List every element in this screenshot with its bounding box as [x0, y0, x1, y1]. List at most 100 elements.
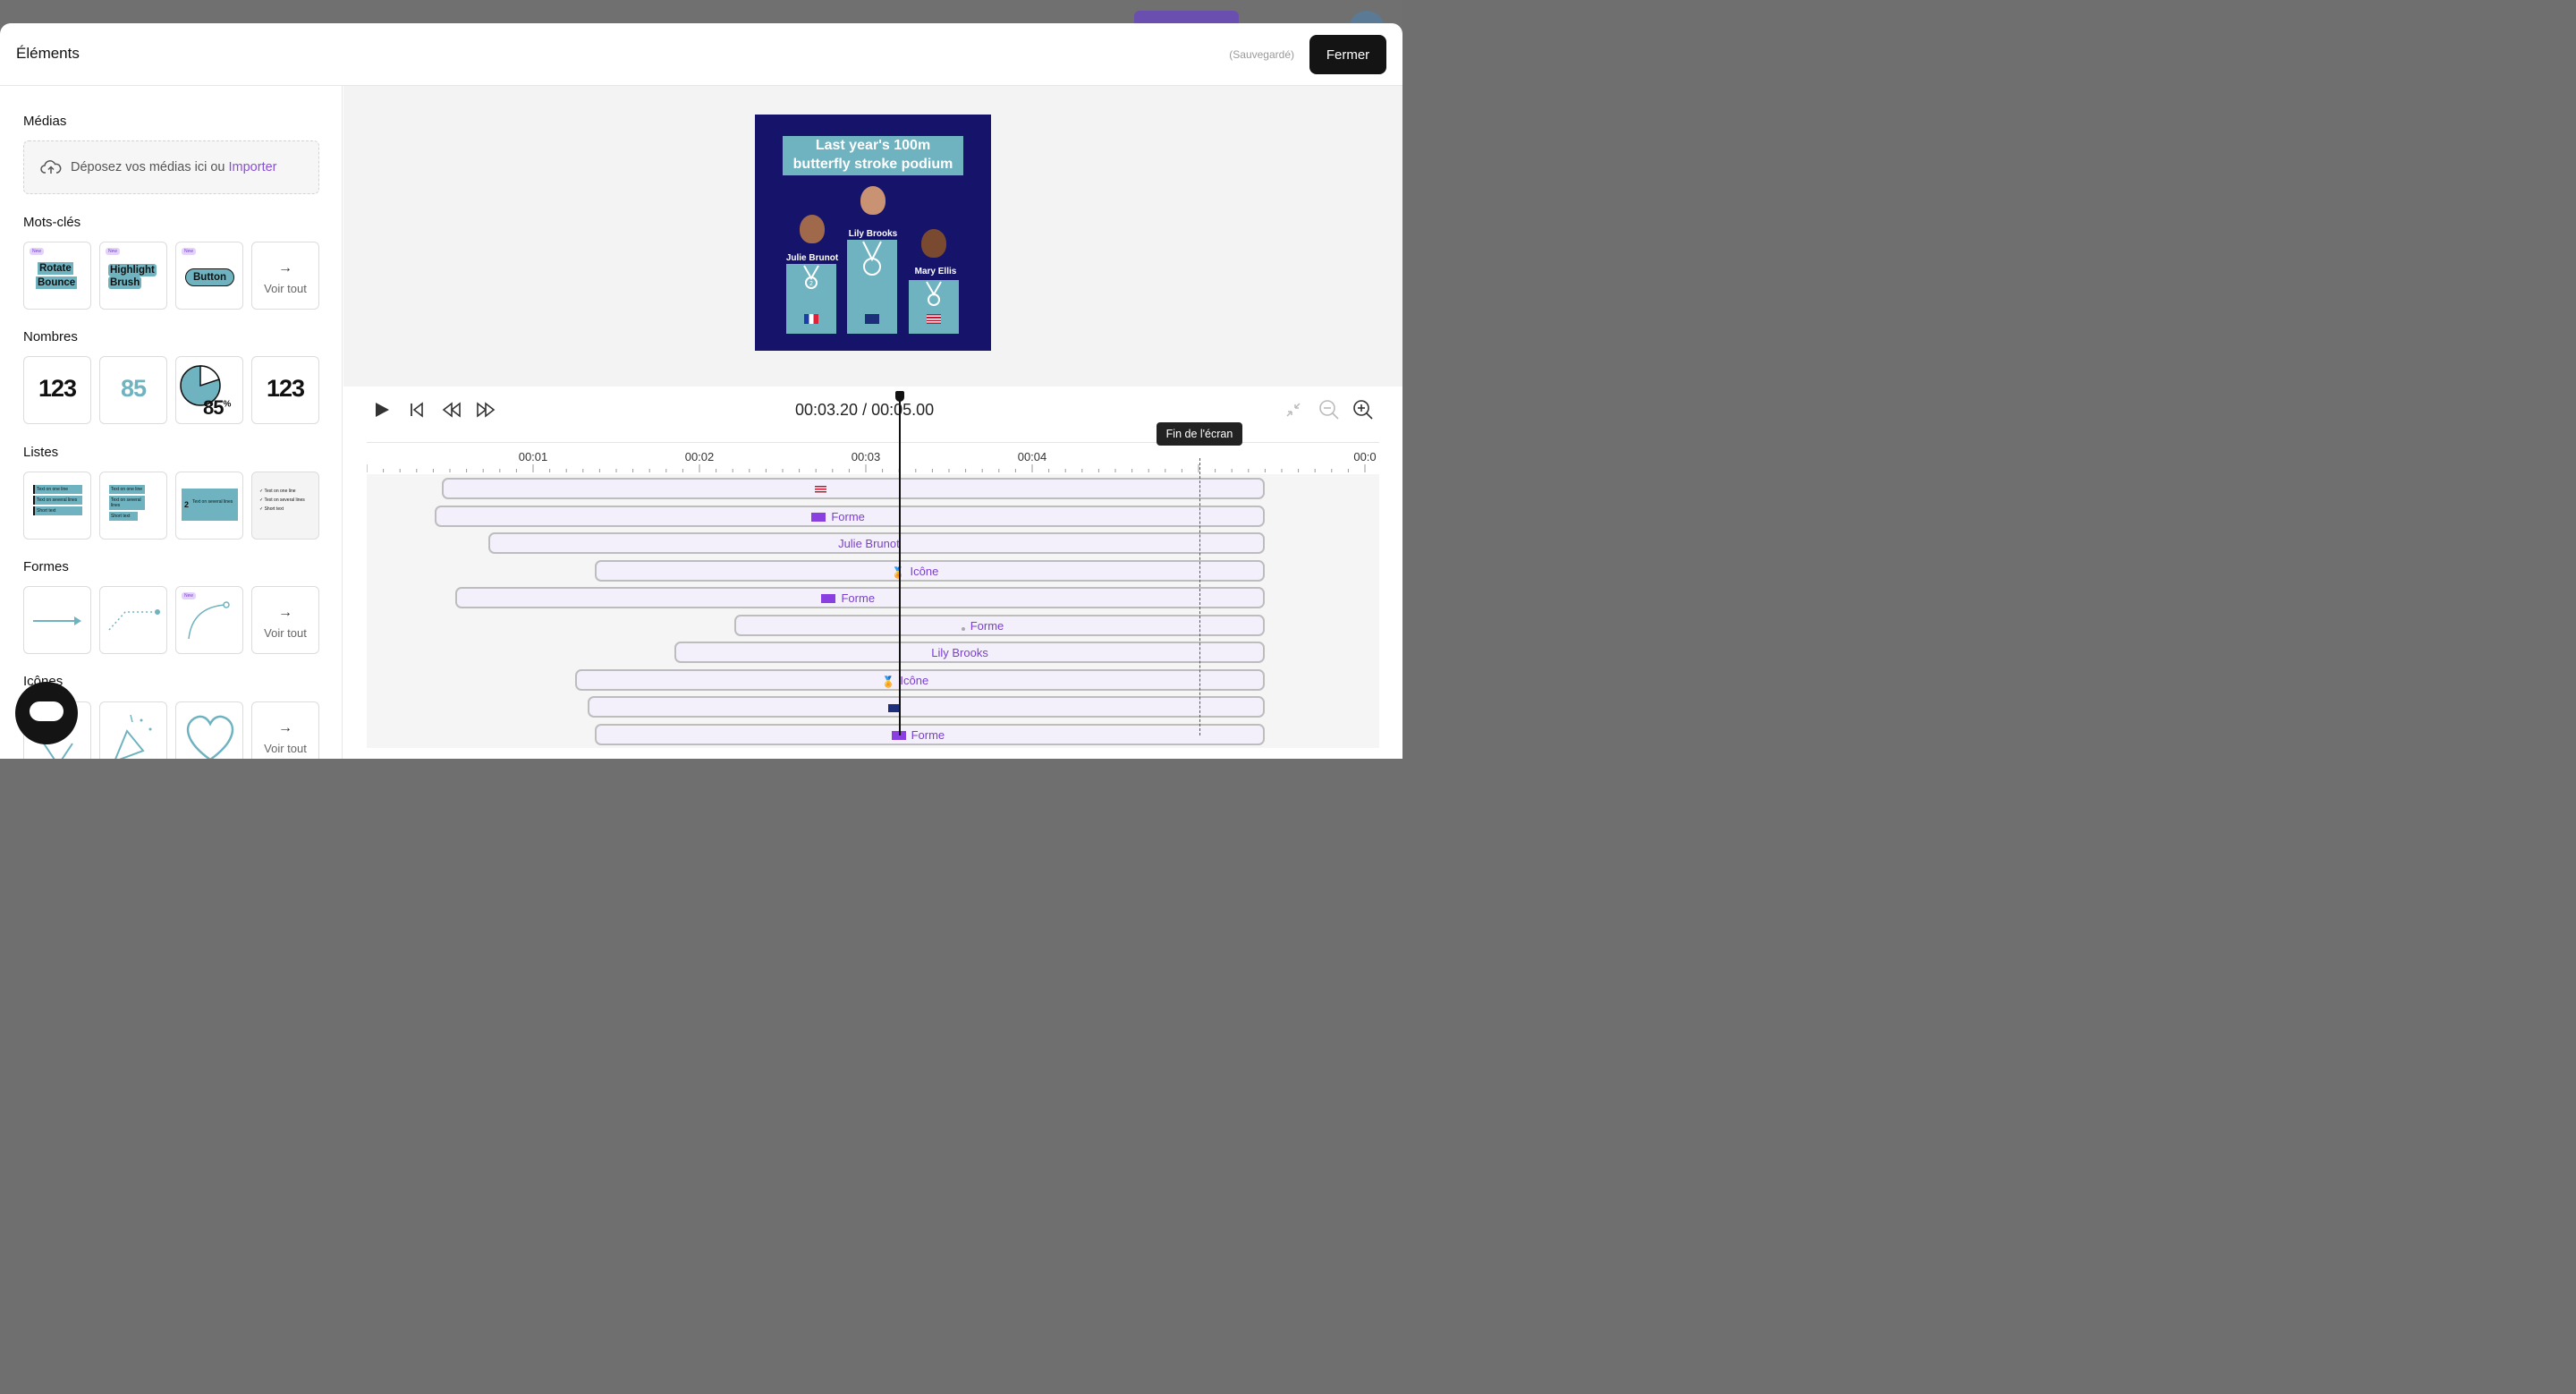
shapes-see-all-tile[interactable]: → Voir tout — [251, 586, 319, 654]
track-label-text: Icône — [910, 564, 939, 578]
ruler-label: 00:0 — [1353, 450, 1377, 463]
modal-header: Éléments (Sauvegardé) Fermer — [0, 23, 1402, 86]
end-of-screen-marker — [1199, 458, 1200, 735]
dotted-path-icon — [108, 609, 160, 631]
timeline-track[interactable]: Forme — [734, 614, 1266, 636]
keyword-highlight-brush-tile[interactable]: New Highlight Brush — [99, 242, 167, 310]
play-icon[interactable] — [374, 401, 390, 419]
shape-arrow-tile[interactable] — [23, 586, 91, 654]
new-badge: New — [106, 248, 121, 255]
timeline-ruler[interactable]: 00:01 00:02 00:03 00:04 00:0 — [367, 442, 1379, 474]
list-line: Short text — [33, 506, 82, 515]
list-number: 2 — [184, 500, 190, 509]
number-sample: 123 — [38, 375, 77, 402]
athlete-name: Lily Brooks — [848, 229, 898, 239]
track-label: Forme — [811, 510, 865, 523]
saved-status: (Sauvegardé) — [1229, 48, 1294, 61]
chat-support-button[interactable] — [15, 682, 78, 744]
icon-heart-tile[interactable] — [175, 701, 243, 759]
arrow-right-icon: → — [278, 720, 292, 735]
timeline-track[interactable]: Julie Brunot — [487, 532, 1266, 554]
timeline-tracks: Forme Julie Brunot 🏅Icône Forme Forme Lily Br… — [367, 474, 1379, 748]
keyword-line: Brush — [108, 276, 142, 289]
editor-main: Last year's 100m butterfly stroke podium… — [343, 86, 1402, 759]
import-link[interactable]: Importer — [229, 160, 277, 174]
podium-third — [909, 280, 959, 334]
number-sample: 85 — [120, 375, 147, 402]
timeline-track[interactable]: Forme — [435, 505, 1266, 527]
timeline-track[interactable]: Forme — [454, 587, 1266, 608]
pie-number: 85 — [203, 396, 225, 419]
icon-party-popper-tile[interactable] — [99, 701, 167, 759]
new-badge: New — [182, 592, 197, 599]
timeline-track[interactable] — [588, 696, 1266, 718]
playhead[interactable] — [895, 391, 904, 735]
keyword-button-tile[interactable]: New Button — [175, 242, 243, 310]
keywords-see-all-tile[interactable]: → Voir tout — [251, 242, 319, 310]
track-label-text: Forme — [911, 727, 945, 742]
list-line: Text on one line — [33, 485, 82, 494]
fit-timeline-icon[interactable] — [1284, 401, 1302, 419]
skip-to-start-icon[interactable] — [410, 402, 424, 418]
list-boxed-tile[interactable]: Text on one line Text on several lines S… — [99, 472, 167, 540]
keywords-section-title: Mots-clés — [23, 215, 81, 230]
medal-icon — [926, 281, 942, 306]
keyword-line: Bounce — [36, 276, 78, 289]
athlete-photo — [860, 186, 886, 215]
timeline-track[interactable]: Forme — [594, 723, 1266, 745]
track-label-text: Lily Brooks — [931, 646, 988, 659]
track-label: Forme — [821, 591, 875, 605]
preview-title-line: Last year's 100m — [815, 138, 931, 153]
keyword-line: Button — [185, 268, 235, 286]
zoom-in-icon[interactable] — [1352, 399, 1374, 421]
number-counter-tile[interactable]: 123 — [23, 356, 91, 424]
list-line: Text on one line — [264, 489, 296, 494]
close-button[interactable]: Fermer — [1309, 35, 1386, 74]
rewind-icon[interactable] — [442, 402, 462, 418]
track-label — [887, 701, 905, 714]
elements-sidebar: Médias Déposez vos médias ici ou Importe… — [0, 86, 343, 759]
dropzone-text: Déposez vos médias ici ou — [71, 160, 229, 174]
number-plain-tile[interactable]: 123 — [251, 356, 319, 424]
timeline-track[interactable]: 🏅Icône — [574, 668, 1266, 691]
list-checklist-tile[interactable]: ✓ Text on one line ✓ Text on several lin… — [251, 472, 319, 540]
fast-forward-icon[interactable] — [476, 402, 496, 418]
number-sample: 123 — [266, 375, 305, 402]
track-label-text: Forme — [970, 618, 1004, 633]
number-teal-tile[interactable]: 85 — [99, 356, 167, 424]
timeline-track[interactable] — [441, 478, 1266, 499]
arrow-line-icon — [33, 616, 81, 625]
flag-uk-icon — [865, 314, 879, 324]
arrow-right-icon: → — [278, 260, 292, 276]
track-label-text: Forme — [841, 591, 876, 605]
timeline-player: 00:03.20 / 00:05.00 00:01 00:02 00:03 00… — [343, 387, 1402, 759]
list-line: Text on several lines — [192, 499, 233, 505]
icons-see-all-tile[interactable]: → Voir tout — [251, 701, 319, 759]
list-line: Text on several lines — [33, 496, 82, 505]
list-bar-tile[interactable]: Text on one line Text on several lines S… — [23, 472, 91, 540]
cloud-upload-icon — [40, 160, 62, 174]
end-of-screen-tooltip: Fin de l'écran — [1157, 422, 1242, 446]
athlete-photo — [800, 215, 825, 243]
timeline-track[interactable]: Lily Brooks — [674, 642, 1266, 663]
shapes-section-title: Formes — [23, 559, 69, 574]
keyword-rotate-bounce-tile[interactable]: New Rotate Bounce — [23, 242, 91, 310]
number-pie-tile[interactable]: 85% — [175, 356, 243, 424]
playhead-handle[interactable] — [895, 391, 904, 402]
zoom-out-icon[interactable] — [1318, 399, 1340, 421]
playback-controls: 00:03.20 / 00:05.00 — [343, 387, 1402, 433]
shape-curve-tile[interactable]: New — [175, 586, 243, 654]
see-all-label: Voir tout — [264, 282, 307, 295]
shape-dotted-path-tile[interactable] — [99, 586, 167, 654]
list-line: Text on several lines — [109, 496, 145, 510]
video-preview[interactable]: Last year's 100m butterfly stroke podium… — [755, 115, 991, 351]
ruler-label: 00:01 — [518, 450, 548, 463]
list-numbered-tile[interactable]: 2 Text on several lines — [175, 472, 243, 540]
track-label: 🏅Icône — [881, 673, 929, 688]
preview-title: Last year's 100m butterfly stroke podium — [783, 136, 963, 175]
track-label: Julie Brunot — [838, 537, 900, 550]
media-dropzone[interactable]: Déposez vos médias ici ou Importer — [23, 140, 319, 194]
keyword-line: Rotate — [38, 262, 73, 275]
list-line: Text on one line — [109, 485, 145, 494]
timeline-track[interactable]: 🏅Icône — [594, 559, 1266, 582]
